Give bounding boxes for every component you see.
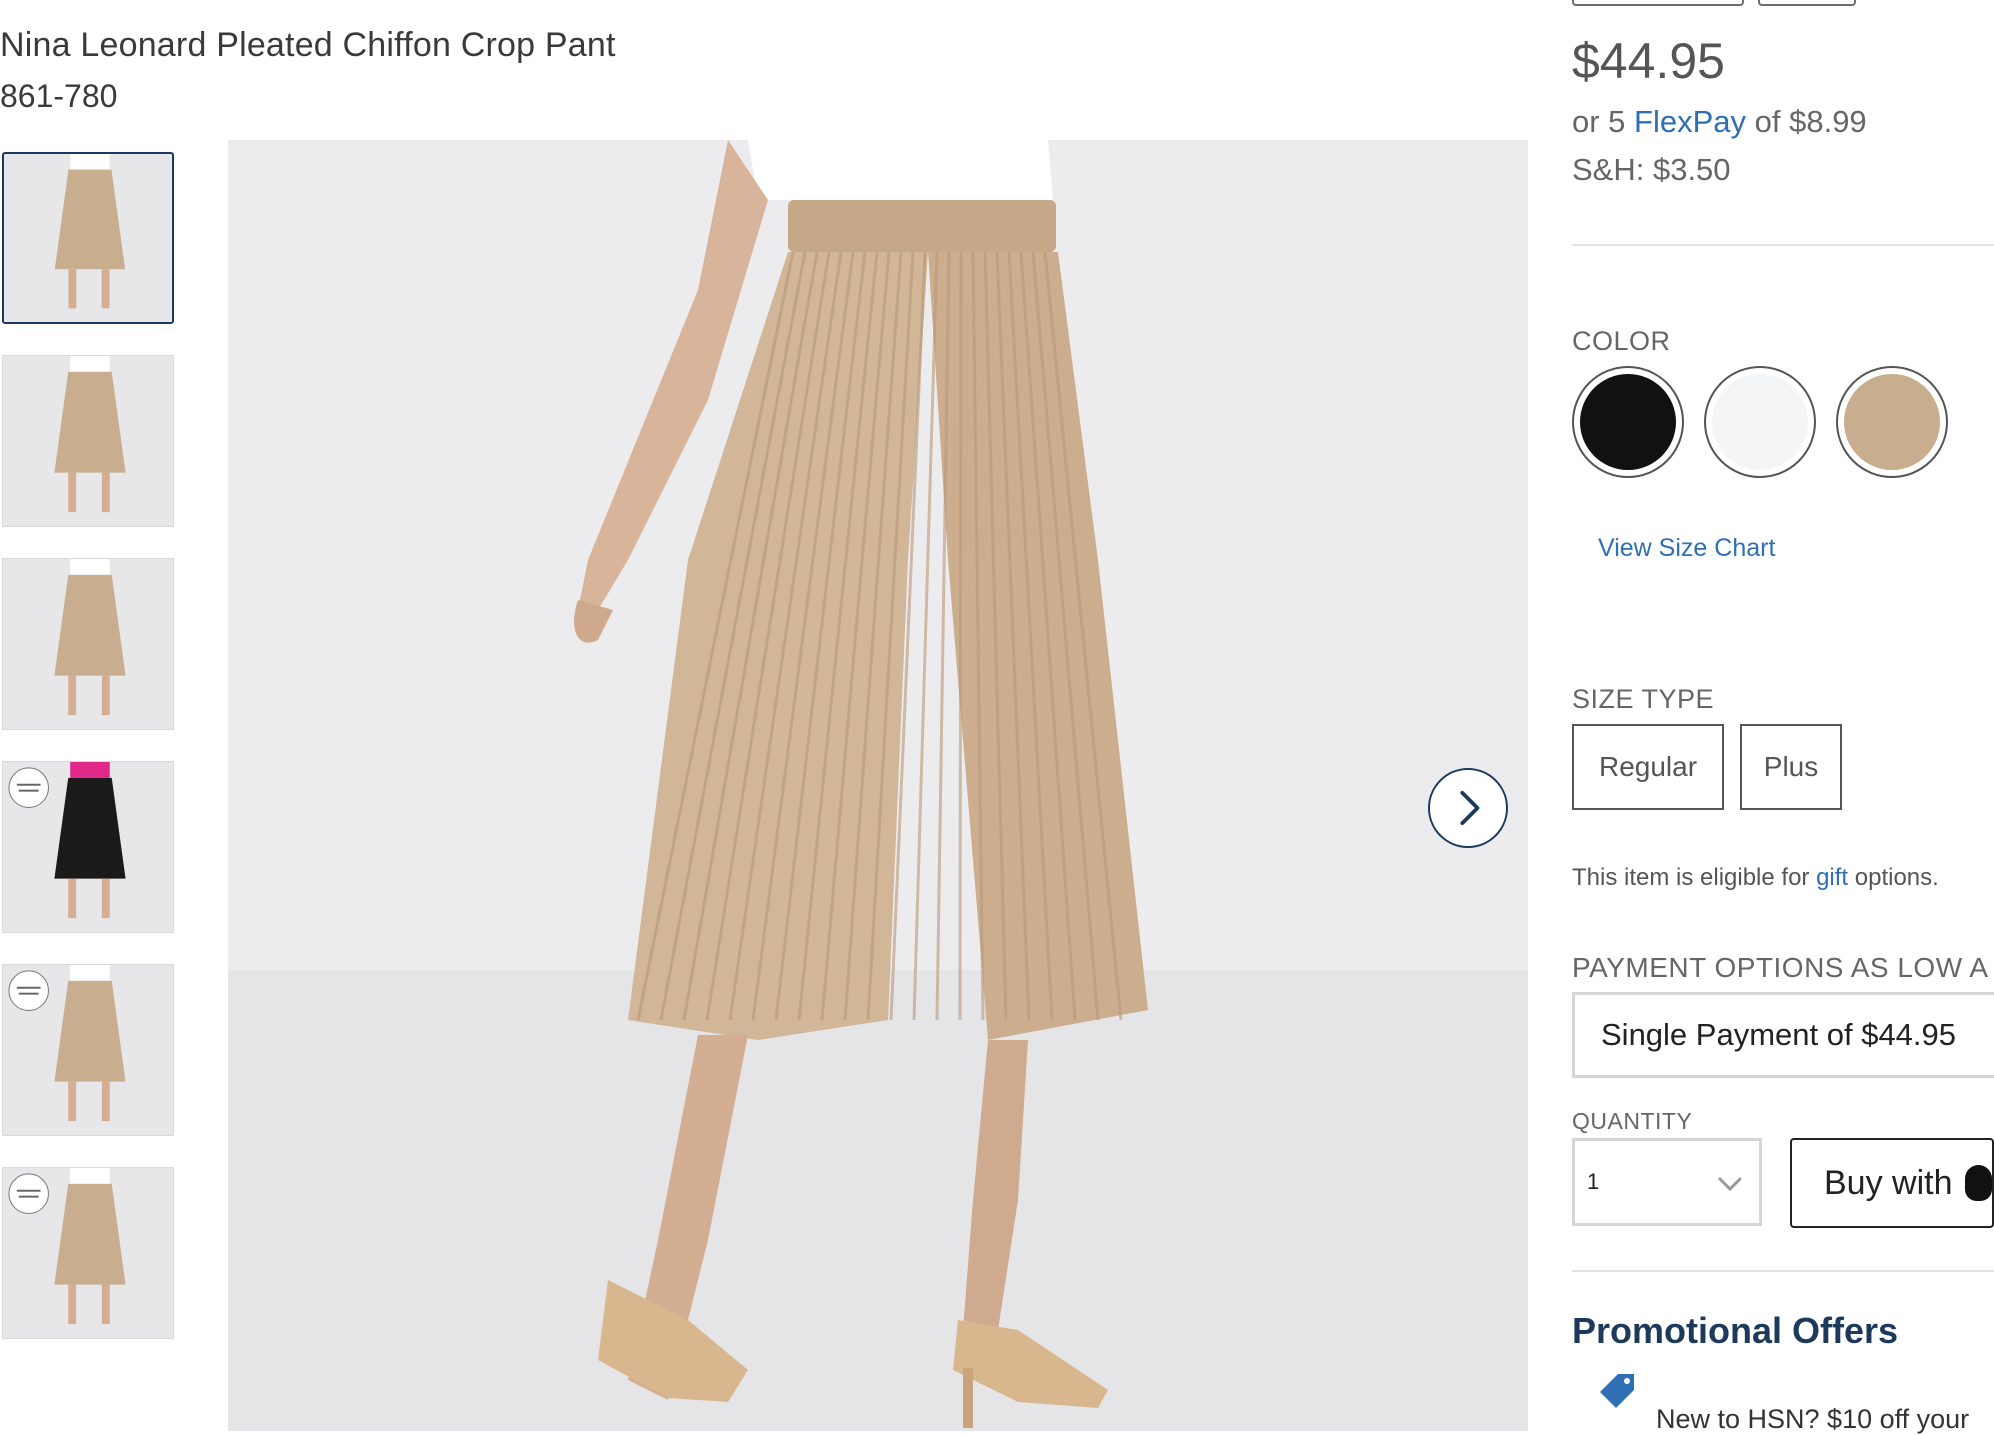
thumb-1[interactable] xyxy=(2,152,174,324)
swatch-fill xyxy=(1712,374,1808,470)
tag-icon xyxy=(1600,1374,1634,1408)
thumbnail-image xyxy=(3,356,173,526)
thumbnail-image xyxy=(3,559,173,729)
thumb-3[interactable] xyxy=(2,558,174,730)
divider xyxy=(1572,244,1994,246)
gift-prefix: This item is eligible for xyxy=(1572,864,1817,891)
gift-suffix: options. xyxy=(1848,864,1939,891)
color-swatch-black[interactable] xyxy=(1572,366,1684,478)
color-label: COLOR xyxy=(1572,326,1671,356)
flexpay-link[interactable]: FlexPay xyxy=(1634,104,1746,139)
flexpay-line: or 5 FlexPay of $8.99 xyxy=(1572,104,1867,140)
product-title: Nina Leonard Pleated Chiffon Crop Pant xyxy=(0,26,616,64)
size-type-plus-button[interactable]: Plus xyxy=(1740,724,1842,810)
pleat-line xyxy=(958,251,963,1021)
size-option-partial-2[interactable] xyxy=(1758,0,1856,6)
chevron-right-icon xyxy=(1460,790,1480,826)
swatch-fill xyxy=(1844,374,1940,470)
quantity-select[interactable]: 1 xyxy=(1572,1138,1762,1226)
swatch-fill xyxy=(1580,374,1676,470)
chevron-down-icon xyxy=(1718,1177,1742,1192)
divider xyxy=(1572,1270,1994,1272)
color-swatch-tan[interactable] xyxy=(1836,366,1948,478)
thumb-5[interactable] xyxy=(2,964,174,1136)
apple-icon xyxy=(1964,1165,1992,1201)
quantity-label: QUANTITY xyxy=(1572,1108,1693,1134)
product-sku: 861-780 xyxy=(0,78,118,114)
main-product-image xyxy=(228,140,1528,1431)
color-swatch-white[interactable] xyxy=(1704,366,1816,478)
thumbnail-image xyxy=(3,965,173,1135)
buy-with-apple-pay-button[interactable]: Buy with xyxy=(1790,1138,1994,1228)
payment-option-select[interactable]: Single Payment of $44.95 xyxy=(1572,992,1994,1078)
product-price: $44.95 xyxy=(1572,33,1725,89)
size-type-label: SIZE TYPE xyxy=(1572,684,1715,714)
promo-offer-text: New to HSN? $10 off your xyxy=(1656,1404,1970,1434)
size-option-partial[interactable] xyxy=(1572,0,1744,6)
buy-button-label: Buy with xyxy=(1824,1163,1953,1202)
gift-link[interactable]: gift xyxy=(1816,864,1848,891)
promotional-offers-heading: Promotional Offers xyxy=(1572,1310,1899,1351)
size-type-regular-button[interactable]: Regular xyxy=(1572,724,1724,810)
view-size-chart-link[interactable]: View Size Chart xyxy=(1598,534,1775,563)
thumb-6[interactable] xyxy=(2,1167,174,1339)
quantity-value: 1 xyxy=(1587,1169,1600,1194)
gift-eligibility: This item is eligible for gift options. xyxy=(1572,864,1939,892)
payment-options-label: PAYMENT OPTIONS AS LOW A xyxy=(1572,952,1989,983)
next-image-button[interactable] xyxy=(1428,768,1508,848)
flexpay-suffix: of $8.99 xyxy=(1746,104,1867,139)
thumbnail-image xyxy=(3,762,173,932)
shipping-handling: S&H: $3.50 xyxy=(1572,152,1731,187)
flexpay-prefix: or 5 xyxy=(1572,104,1635,139)
thumb-2[interactable] xyxy=(2,355,174,527)
thumbnail-image xyxy=(4,154,172,322)
thumbnail-image xyxy=(3,1168,173,1338)
product-photo xyxy=(228,140,1528,1431)
thumb-4[interactable] xyxy=(2,761,174,933)
